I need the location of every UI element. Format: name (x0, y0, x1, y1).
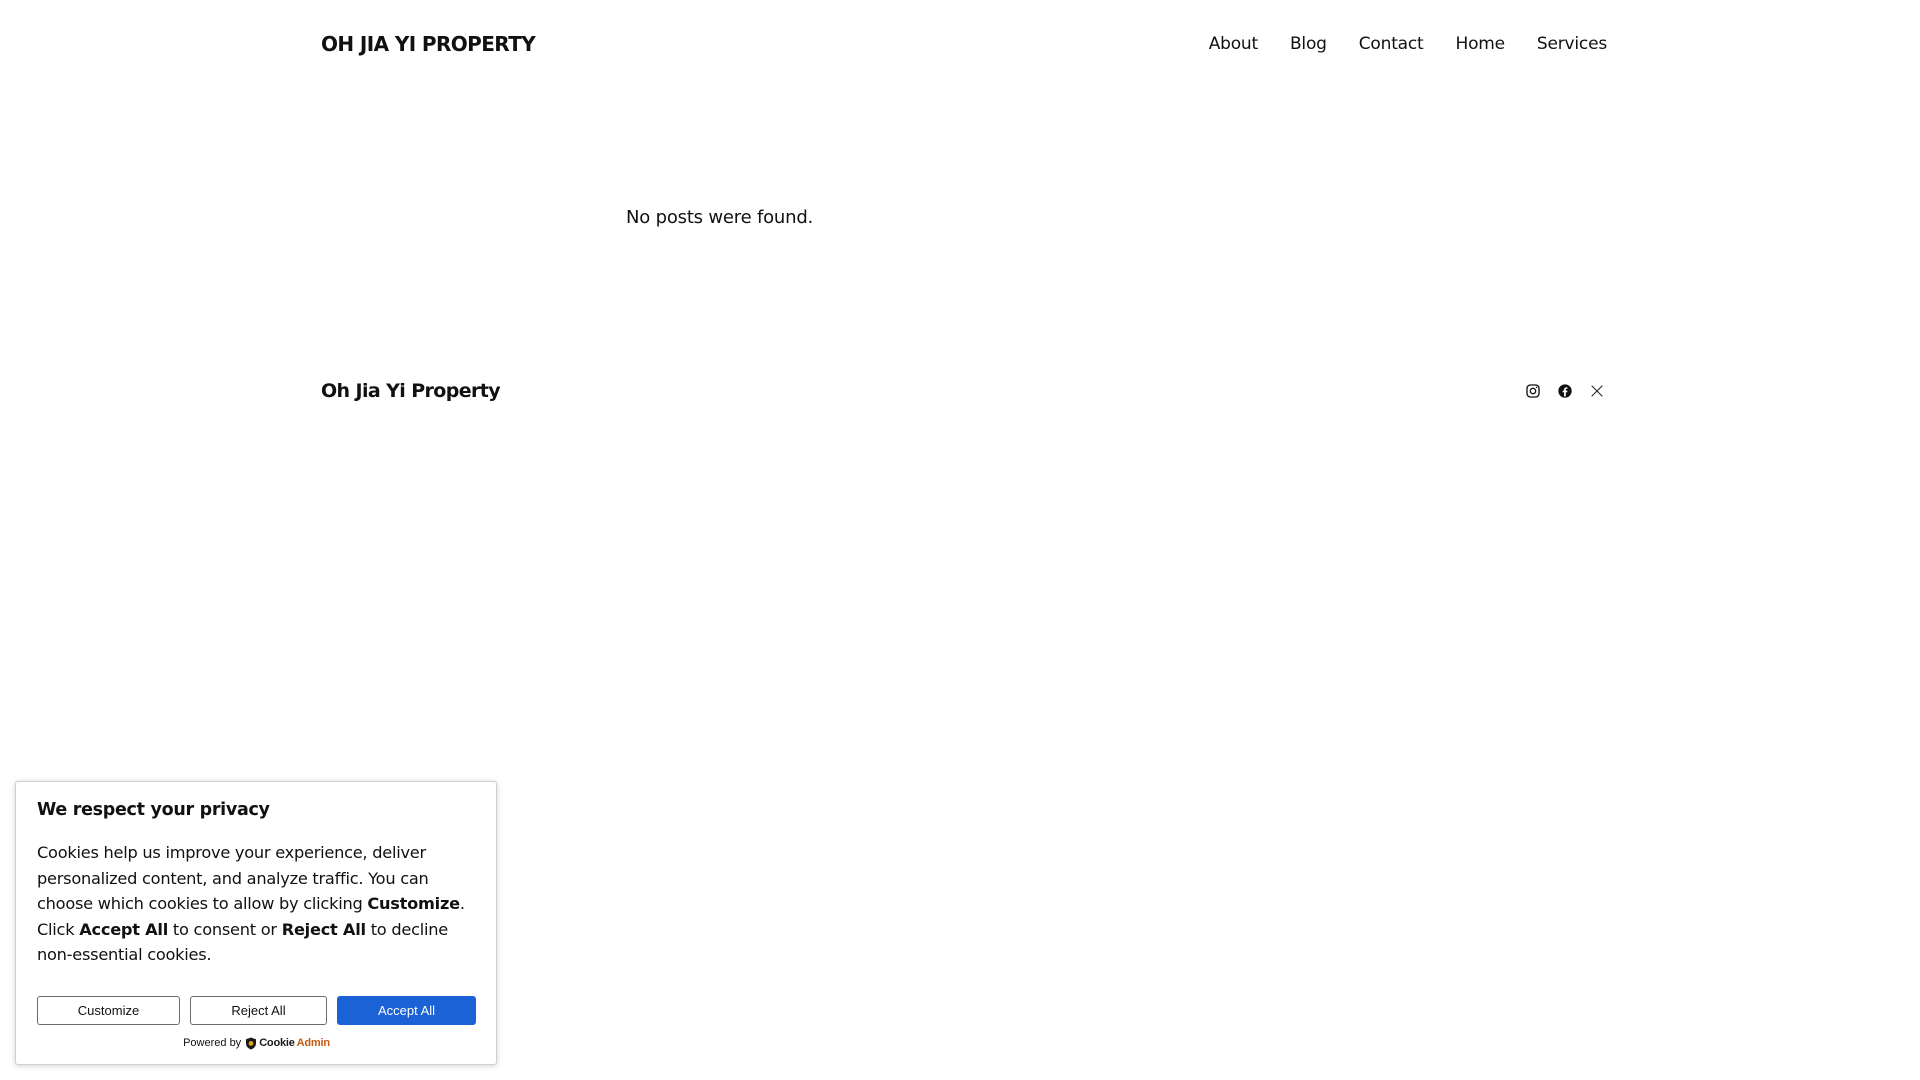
facebook-icon (1558, 384, 1572, 398)
nav-item-home[interactable]: Home (1456, 34, 1506, 54)
cookie-banner-text: Cookies help us improve your experience,… (37, 840, 487, 968)
instagram-icon (1526, 384, 1540, 398)
cookie-text-accept: Accept All (79, 919, 169, 939)
cookie-banner-title: We respect your privacy (37, 800, 270, 820)
site-footer: Oh Jia Yi Property (321, 375, 1607, 407)
brand-cookie-text: Cookie (259, 1037, 295, 1050)
brand-admin-text: Admin (296, 1037, 330, 1050)
social-links (1523, 381, 1607, 401)
page: OH JIA YI PROPERTY About Blog Contact Ho… (0, 0, 1920, 1080)
cookie-text-reject: Reject All (281, 919, 366, 939)
no-posts-message: No posts were found. (626, 207, 814, 228)
nav-item-about[interactable]: About (1209, 34, 1258, 54)
nav-item-services[interactable]: Services (1537, 34, 1607, 54)
nav-item-blog[interactable]: Blog (1290, 34, 1327, 54)
cookie-text-customize: Customize (367, 894, 460, 914)
accept-all-button[interactable]: Accept All (337, 995, 476, 1025)
cookie-consent-banner: We respect your privacy Cookies help us … (15, 781, 497, 1065)
main-nav: About Blog Contact Home Services (1209, 34, 1607, 54)
cookie-text-part-3: to consent or (168, 919, 282, 939)
nav-item-contact[interactable]: Contact (1359, 34, 1424, 54)
instagram-link[interactable] (1523, 381, 1543, 401)
site-header: OH JIA YI PROPERTY About Blog Contact Ho… (321, 28, 1607, 60)
reject-all-button[interactable]: Reject All (190, 995, 327, 1025)
shield-icon (246, 1037, 257, 1050)
powered-by: Powered by Cookie Admin (37, 1037, 476, 1050)
facebook-link[interactable] (1555, 381, 1575, 401)
x-link[interactable] (1587, 381, 1607, 401)
powered-by-label: Powered by (183, 1037, 242, 1050)
site-title-link[interactable]: OH JIA YI PROPERTY (321, 32, 536, 56)
cookie-buttons: Customize Reject All Accept All (37, 995, 476, 1025)
cookieadmin-logo-link[interactable]: Cookie Admin (245, 1037, 330, 1050)
footer-site-title-link[interactable]: Oh Jia Yi Property (321, 380, 501, 402)
customize-button[interactable]: Customize (37, 995, 180, 1025)
x-icon (1591, 385, 1603, 397)
